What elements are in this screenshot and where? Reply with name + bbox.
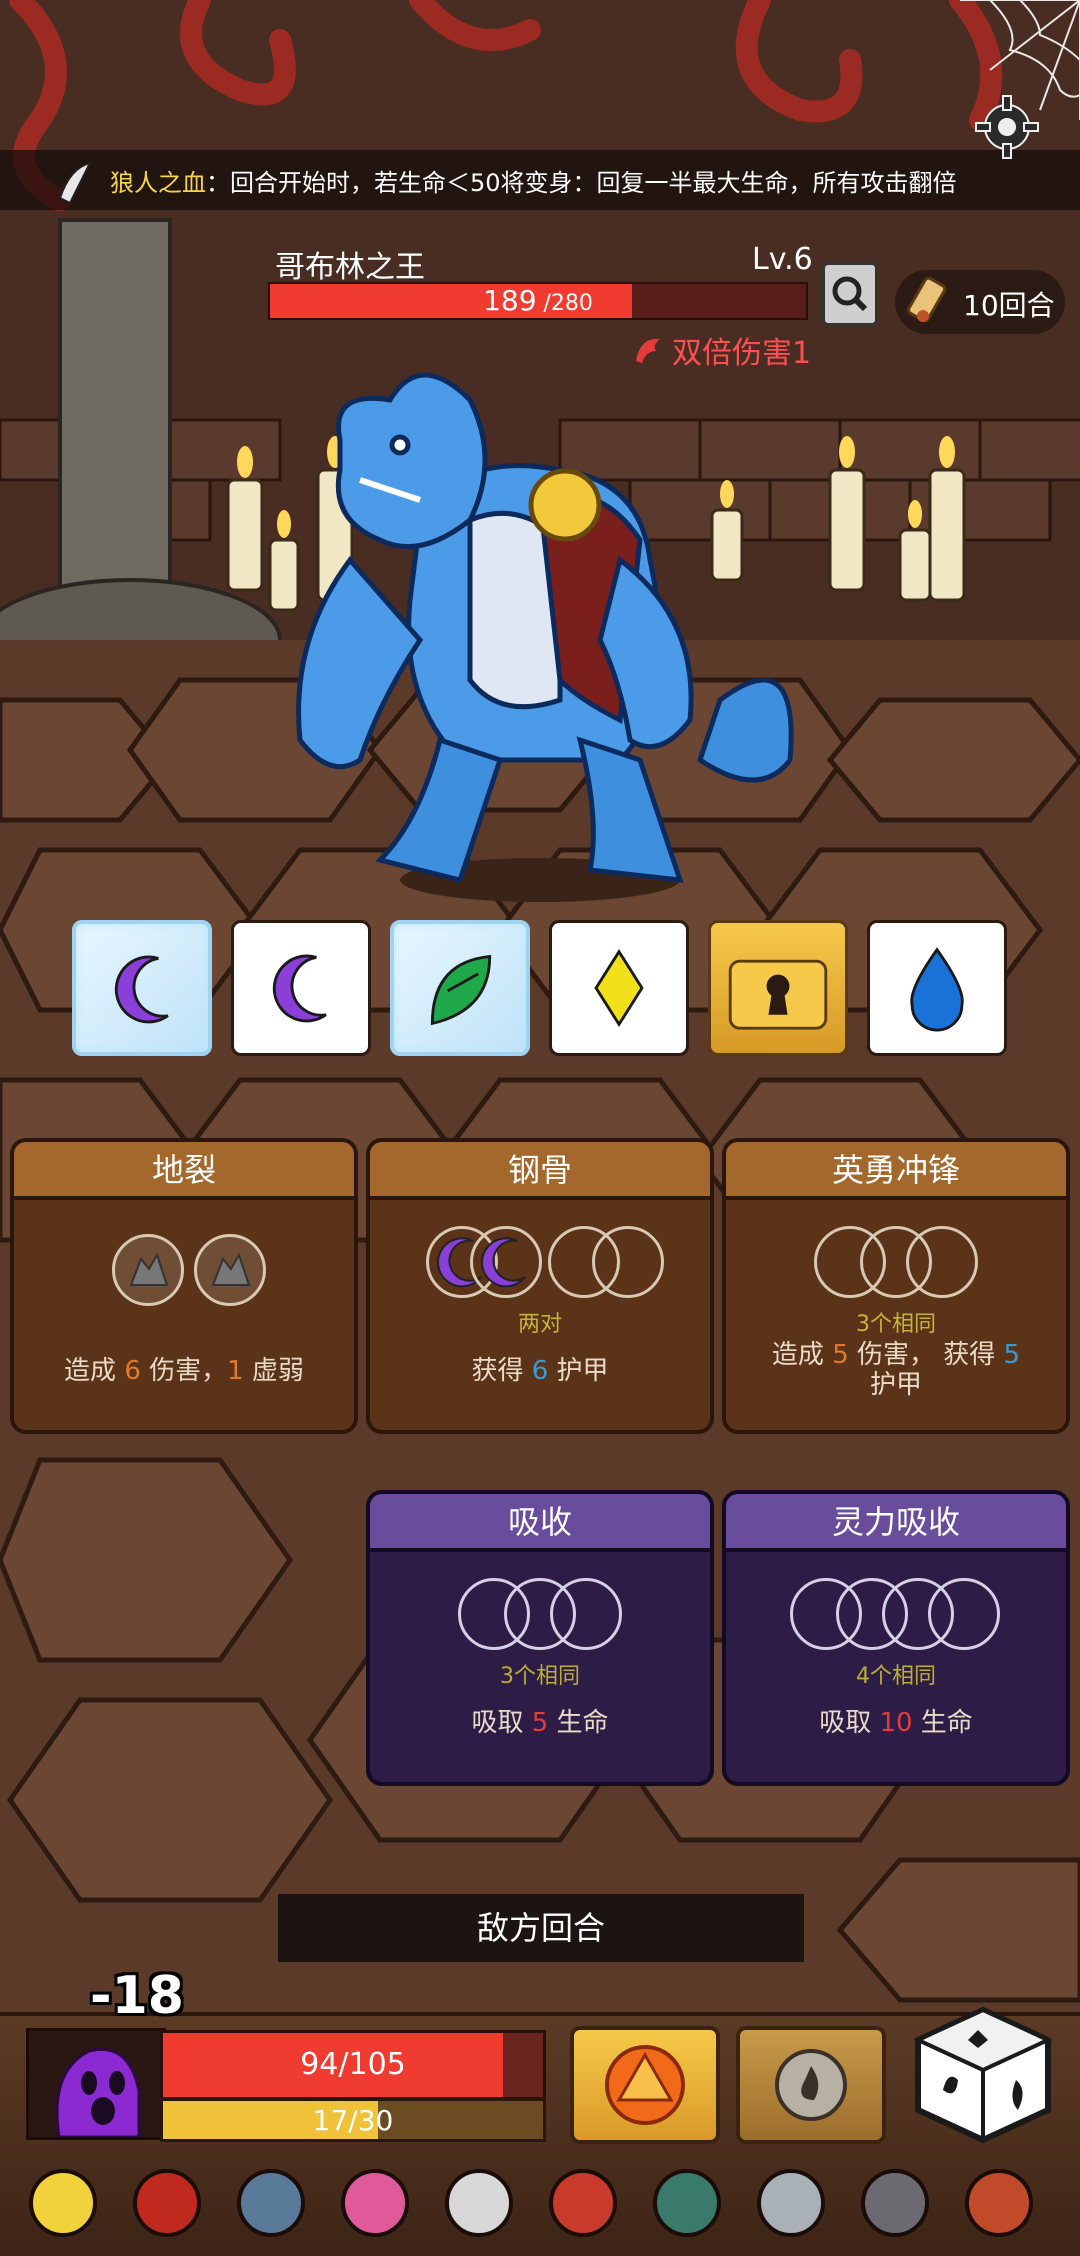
enemy-status-effect[interactable]: 双倍伤害1 [630,328,811,372]
card-requirement: 两对 [517,1312,562,1337]
damage-number: -18 [90,1966,184,2026]
dice-slot[interactable] [906,1226,978,1298]
die-moon[interactable] [231,920,371,1056]
passive-ability-banner[interactable]: 狼人之血 ：回合开始时，若生命＜50将变身：回复一半最大生命，所有攻击翻倍 [0,150,1080,210]
fang-icon [58,161,92,205]
weak-value: 1 [227,1356,244,1386]
player-hp-text: 94/105 [300,2047,406,2082]
drain-value: 10 [879,1708,913,1738]
inspect-enemy-button[interactable] [822,262,878,326]
skill-card-steel-bone[interactable]: 钢骨 两对 获得 6 护甲 [366,1138,714,1434]
enemy-level: Lv.6 [752,242,813,277]
moon-icon [272,954,327,1023]
crown-icon[interactable] [748,2160,834,2246]
card-title: 灵力吸收 [726,1494,1066,1552]
diamond-icon [594,948,644,1028]
fire-d20-icon [605,2045,685,2125]
scroll-icon [907,276,947,323]
card-requirement: 3个相同 [500,1664,580,1689]
locked-die[interactable] [708,920,848,1056]
player-hp-bar: 94/105 [160,2030,546,2100]
die-diamond[interactable] [549,920,689,1056]
round-counter: 10回合 [895,270,1065,334]
card-title: 钢骨 [370,1142,710,1200]
damage-value: 6 [124,1356,141,1386]
passive-name: 狼人之血 [110,168,206,197]
axe-icon[interactable] [228,2160,314,2246]
dice-slot[interactable] [470,1226,542,1298]
enemy-name: 哥布林之王 [275,250,425,285]
game-scene: 狼人之血 ：回合开始时，若生命＜50将变身：回复一半最大生命，所有攻击翻倍 哥布… [0,0,1080,2256]
enemy-hp-bar: 189 /280 [268,282,808,320]
player-portrait[interactable] [26,2028,166,2140]
drain-value: 5 [531,1708,549,1738]
passive-description: ：回合开始时，若生命＜50将变身：回复一半最大生命，所有攻击翻倍 [206,168,957,197]
dice-slot[interactable] [592,1226,664,1298]
card-effect: 获得 6 护甲 [471,1356,609,1386]
armor-value: 5 [1003,1340,1021,1370]
relic-bar [20,2160,1060,2250]
rock-icon [129,1252,169,1286]
die-leaf[interactable] [390,920,530,1056]
turn-indicator: 敌方回合 [278,1894,804,1962]
die-moon[interactable] [72,920,212,1056]
skill-card-heroic-charge[interactable]: 英勇冲锋 3个相同 造成 5 伤害， 获得 5 护甲 [722,1138,1070,1434]
heart-amulet-icon[interactable] [332,2160,418,2246]
moon-icon [481,1237,526,1288]
magnifier-icon [832,276,868,312]
round-label: 10回合 [963,289,1055,322]
card-effect: 吸取 5 生命 [471,1708,609,1738]
dice-slot[interactable] [550,1578,622,1650]
leaf-icon [430,954,492,1026]
dice-slot[interactable] [112,1234,184,1306]
armor-icon[interactable] [852,2160,938,2246]
status-effect-label: 双倍伤害1 [672,336,812,371]
ghost-avatar-icon [55,2047,141,2139]
flame-urn-icon [775,2049,847,2121]
hood-icon[interactable] [124,2160,210,2246]
card-effect: 吸取 10 生命 [819,1708,973,1738]
skill-card-absorb[interactable]: 吸收 3个相同 吸取 5 生命 [366,1490,714,1786]
lock-icon [728,959,828,1030]
cheese-icon[interactable] [20,2160,106,2246]
dice-tray [72,920,1012,1060]
die-drop[interactable] [867,920,1007,1056]
player-mana-bar: 17/30 [160,2098,546,2142]
dice-slot[interactable] [194,1234,266,1306]
dice-slot[interactable] [928,1578,1000,1650]
card-title: 吸收 [370,1494,710,1552]
skill-card-ground-split[interactable]: 地裂 造成 6 伤害，1 虚弱 [10,1138,358,1434]
drop-icon [910,947,964,1032]
card-title: 地裂 [14,1142,354,1200]
d20-skill-button[interactable] [570,2026,720,2144]
flame-skill-button[interactable] [736,2026,886,2144]
d20-icon[interactable] [436,2160,522,2246]
card-effect: 造成 6 伤害，1 虚弱 [64,1356,304,1386]
card-title: 英勇冲锋 [726,1142,1066,1200]
card-effect: 造成 5 伤害， 获得 5 护甲 [771,1340,1021,1400]
double-damage-icon [636,338,660,363]
damage-value: 5 [832,1340,849,1370]
player-mana-text: 17/30 [312,2104,394,2137]
rock-icon [211,1252,251,1286]
mask-icon[interactable] [540,2160,626,2246]
settings-gear-icon[interactable] [972,92,1042,162]
skill-card-spirit-absorb[interactable]: 灵力吸收 4个相同 吸取 10 生命 [722,1490,1070,1786]
meat-icon[interactable] [956,2160,1042,2246]
card-requirement: 4个相同 [856,1664,936,1689]
moon-icon [114,955,169,1024]
armor-value: 6 [531,1356,549,1386]
orb-icon[interactable] [644,2160,730,2246]
roll-dice-button[interactable] [908,2000,1058,2150]
card-requirement: 3个相同 [856,1312,936,1337]
enemy-hp-text: 189 /280 [483,284,593,317]
